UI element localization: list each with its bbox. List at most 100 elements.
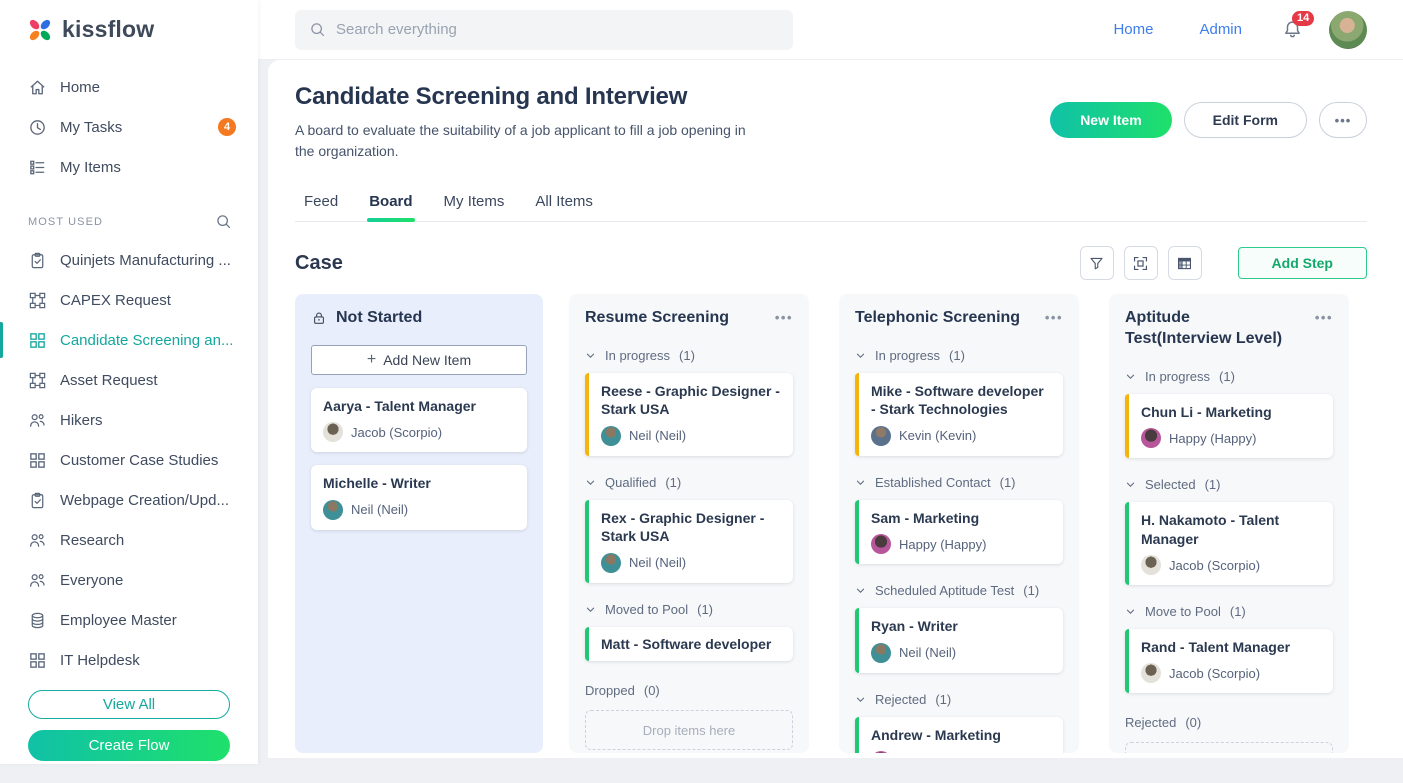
brand-wordmark: kissflow: [62, 16, 155, 42]
people-icon: [30, 413, 45, 427]
kanban-card[interactable]: Ryan - Writer Neil (Neil): [855, 608, 1063, 673]
sidebar-item-customer-case-studies[interactable]: Customer Case Studies: [0, 440, 258, 480]
kanban-card[interactable]: H. Nakamoto - Talent Manager Jacob (Scor…: [1125, 502, 1333, 585]
clipboard-check-icon: [31, 252, 44, 268]
tab-all-items[interactable]: All Items: [533, 189, 595, 221]
sidebar-item-webpage-creation[interactable]: Webpage Creation/Upd...: [0, 480, 258, 520]
tab-my-items[interactable]: My Items: [442, 189, 507, 221]
table-grid-icon: [1178, 257, 1192, 269]
card-assignee: Happy (Happy): [871, 534, 1051, 555]
avatar: [601, 552, 621, 573]
sidebar-item-label: My Tasks: [60, 118, 123, 136]
kanban-card[interactable]: Aarya - Talent Manager Jacob (Scorpio): [311, 387, 527, 453]
kanban-card[interactable]: Andrew - Marketing Happy (Happy): [855, 716, 1063, 753]
clipboard-check-icon: [31, 492, 44, 508]
chevron-down-icon: [586, 480, 595, 485]
avatar: [1141, 555, 1161, 575]
sidebar-item-my-items[interactable]: My Items: [0, 147, 258, 187]
sidebar-item-label: My Items: [60, 158, 121, 176]
chevron-down-icon: [856, 353, 865, 358]
add-new-item-button[interactable]: + Add New Item: [311, 344, 527, 375]
avatar: [1141, 428, 1161, 449]
sidebar-item-capex-request[interactable]: CAPEX Request: [0, 280, 258, 320]
sidebar-item-home[interactable]: Home: [0, 67, 258, 107]
search-input[interactable]: [336, 21, 779, 38]
more-options-button[interactable]: •••: [1319, 102, 1367, 138]
sidebar-item-quinjets[interactable]: Quinjets Manufacturing ...: [0, 240, 258, 280]
section-count: (1): [679, 347, 695, 363]
table-view-button[interactable]: [1167, 246, 1202, 280]
card-assignee: Kevin (Kevin): [871, 425, 1051, 446]
kanban-card[interactable]: Rex - Graphic Designer - Stark USA Neil …: [585, 499, 793, 583]
chevron-down-icon: [586, 353, 595, 358]
sidebar-item-label: Asset Request: [60, 371, 158, 389]
kanban-card[interactable]: Reese - Graphic Designer - Stark USA Nei…: [585, 372, 793, 456]
section-header[interactable]: Selected (1): [1125, 477, 1333, 492]
home-link[interactable]: Home: [1113, 21, 1153, 38]
tab-board[interactable]: Board: [367, 189, 415, 222]
card-assignee: Happy (Happy): [871, 751, 1051, 753]
sidebar-item-employee-master[interactable]: Employee Master: [0, 600, 258, 640]
kanban-card[interactable]: Mike - Software developer - Stark Techno…: [855, 372, 1063, 456]
kanban-card[interactable]: Rand - Talent Manager Jacob (Scorpio): [1125, 629, 1333, 694]
sidebar-item-label: CAPEX Request: [60, 291, 171, 309]
section-header[interactable]: In progress (1): [1125, 369, 1333, 384]
drop-zone[interactable]: Drop items here: [1125, 742, 1333, 753]
column-more-button[interactable]: •••: [1315, 308, 1333, 329]
notification-count-badge: 14: [1292, 11, 1315, 26]
kanban-card[interactable]: Sam - Marketing Happy (Happy): [855, 499, 1063, 565]
edit-form-button[interactable]: Edit Form: [1183, 102, 1307, 138]
create-flow-button[interactable]: Create Flow: [28, 730, 230, 761]
notifications-button[interactable]: 14: [1282, 11, 1315, 40]
kanban-card[interactable]: Michelle - Writer Neil (Neil): [311, 465, 527, 530]
new-item-button[interactable]: New Item: [1050, 102, 1172, 138]
chevron-down-icon: [1126, 609, 1135, 614]
section-header[interactable]: Established Contact (1): [855, 475, 1063, 490]
case-actions: Add Step: [1070, 246, 1367, 280]
sidebar-item-it-helpdesk[interactable]: IT Helpdesk: [0, 640, 258, 680]
section-header[interactable]: In progress (1): [585, 348, 793, 363]
column-more-button[interactable]: •••: [775, 308, 793, 329]
sidebar-item-hikers[interactable]: Hikers: [0, 400, 258, 440]
app-window: kissflow Home My Tasks 4 My Items MOST U…: [0, 0, 1403, 764]
most-used-list: Quinjets Manufacturing ... CAPEX Request…: [0, 240, 258, 680]
workflow-icon: [29, 292, 46, 308]
section-header[interactable]: Move to Pool (1): [1125, 604, 1333, 619]
sidebar-footer: View All Create Flow: [0, 680, 258, 783]
card-assignee: Jacob (Scorpio): [1141, 663, 1321, 684]
card-title: Matt - Software developer: [601, 635, 772, 652]
card-title: Andrew - Marketing: [871, 726, 1001, 743]
drop-zone[interactable]: Drop items here: [585, 710, 793, 751]
section-header[interactable]: Scheduled Aptitude Test (1): [855, 583, 1063, 598]
sidebar-item-label: Customer Case Studies: [60, 451, 219, 469]
column-more-button[interactable]: •••: [1045, 308, 1063, 329]
sidebar-item-label: Webpage Creation/Upd...: [60, 491, 229, 509]
add-step-button[interactable]: Add Step: [1237, 247, 1367, 279]
sidebar-item-candidate-screening[interactable]: Candidate Screening an...: [0, 320, 258, 360]
sidebar-item-research[interactable]: Research: [0, 520, 258, 560]
card-assignee: Neil (Neil): [601, 425, 781, 446]
sidebar-item-label: IT Helpdesk: [60, 651, 140, 669]
section-header[interactable]: Moved to Pool (1): [585, 602, 793, 617]
column-resume-screening: Resume Screening ••• In progress (1) Ree…: [569, 294, 809, 753]
sidebar-item-everyone[interactable]: Everyone: [0, 560, 258, 600]
kissflow-logo[interactable]: kissflow: [0, 0, 258, 43]
sidebar: kissflow Home My Tasks 4 My Items MOST U…: [0, 0, 258, 764]
kanban-card[interactable]: Matt - Software developer: [585, 626, 793, 662]
sidebar-search-icon[interactable]: [215, 213, 232, 230]
fullscreen-button[interactable]: [1123, 246, 1158, 280]
sidebar-item-asset-request[interactable]: Asset Request: [0, 360, 258, 400]
filter-button[interactable]: [1079, 246, 1114, 280]
user-avatar[interactable]: [1329, 10, 1367, 49]
section-count: (1): [1204, 477, 1221, 493]
view-all-button[interactable]: View All: [28, 690, 230, 719]
admin-link[interactable]: Admin: [1199, 21, 1242, 38]
section-header[interactable]: In progress (1): [855, 348, 1063, 363]
kanban-card[interactable]: Chun Li - Marketing Happy (Happy): [1125, 393, 1333, 459]
global-search[interactable]: [295, 9, 793, 50]
card-title: Reese - Graphic Designer - Stark USA: [601, 382, 780, 418]
tab-feed[interactable]: Feed: [302, 189, 340, 221]
section-header[interactable]: Rejected (1): [855, 692, 1063, 707]
sidebar-item-my-tasks[interactable]: My Tasks 4: [0, 107, 258, 147]
section-header[interactable]: Qualified (1): [585, 475, 793, 490]
